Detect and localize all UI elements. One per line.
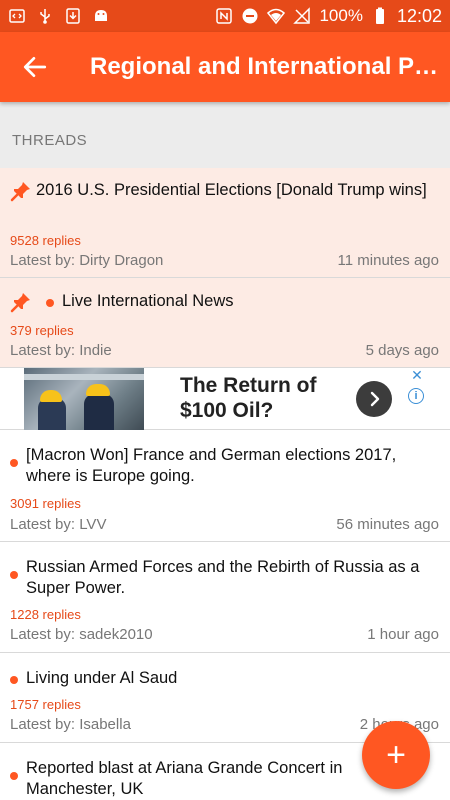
thread-replies: 1228 replies	[10, 607, 81, 622]
thread-latest-by: Latest by: Indie	[10, 342, 112, 359]
thread-title-row: Russian Armed Forces and the Rebirth of …	[10, 557, 440, 599]
status-right-icons: 100% 12:02	[215, 6, 442, 27]
thread-title: Reported blast at Ariana Grande Concert …	[26, 759, 343, 798]
thread-title-row: 2016 U.S. Presidential Elections [Donald…	[10, 180, 440, 202]
thread-replies: 1757 replies	[10, 697, 81, 712]
thread-title: Living under Al Saud	[26, 669, 178, 687]
thread-time: 1 hour ago	[367, 626, 439, 643]
thread-item[interactable]: Live International News 379 replies Late…	[0, 278, 450, 368]
thread-replies: 3091 replies	[10, 496, 81, 511]
no-signal-icon	[293, 7, 311, 25]
thread-item[interactable]: 2016 U.S. Presidential Elections [Donald…	[0, 168, 450, 278]
thread-latest-by: Latest by: Isabella	[10, 716, 131, 733]
page-title: Regional and International Po…	[90, 53, 442, 80]
unread-dot	[10, 459, 18, 467]
thread-replies: 379 replies	[10, 323, 74, 338]
battery-icon	[371, 7, 389, 25]
thread-title-row: Live International News	[10, 291, 440, 313]
pin-icon	[10, 180, 32, 202]
thread-latest-by: Latest by: LVV	[10, 516, 107, 533]
add-icon: +	[386, 736, 406, 774]
thread-item[interactable]: Russian Armed Forces and the Rebirth of …	[0, 542, 450, 653]
section-label: THREADS	[12, 131, 88, 149]
thread-title: [Macron Won] France and German elections…	[26, 446, 397, 485]
ad-title: The Return of $100 Oil?	[180, 374, 317, 422]
chevron-right-icon	[365, 390, 383, 408]
thread-title-row: [Macron Won] France and German elections…	[10, 445, 440, 487]
thread-title-row: Living under Al Saud	[10, 668, 440, 689]
unread-dot	[10, 676, 18, 684]
unread-dot	[46, 299, 54, 307]
back-button[interactable]	[0, 32, 70, 102]
thread-latest-by: Latest by: sadek2010	[10, 626, 153, 643]
battery-level: 100%	[319, 6, 363, 25]
arrow-back-icon	[22, 54, 48, 80]
unread-dot	[10, 772, 18, 780]
ad-arrow-button[interactable]	[356, 381, 392, 417]
thread-title: Live International News	[62, 292, 234, 310]
add-thread-button[interactable]: +	[362, 721, 430, 789]
thread-item[interactable]: [Macron Won] France and German elections…	[0, 430, 450, 542]
android-icon	[92, 7, 110, 25]
thread-title-row: Reported blast at Ariana Grande Concert …	[10, 758, 370, 800]
status-left-icons	[8, 7, 110, 25]
download-icon	[64, 7, 82, 25]
thread-title: Russian Armed Forces and the Rebirth of …	[26, 558, 420, 597]
thread-time: 11 minutes ago	[337, 252, 439, 269]
usb-icon	[36, 7, 54, 25]
status-bar: 100% 12:02	[0, 0, 450, 32]
clock: 12:02	[396, 5, 442, 26]
nfc-icon	[215, 7, 233, 25]
thread-replies: 9528 replies	[10, 233, 81, 248]
thread-time: 56 minutes ago	[336, 516, 439, 533]
wifi-icon	[267, 7, 286, 25]
do-not-disturb-icon	[241, 7, 259, 25]
info-icon[interactable]: i	[408, 388, 424, 404]
pin-icon	[10, 291, 32, 313]
code-icon	[8, 7, 26, 25]
unread-dot	[10, 571, 18, 579]
app-bar: Regional and International Po…	[0, 32, 450, 102]
ad-image	[24, 368, 144, 430]
close-icon[interactable]: ✕	[410, 368, 424, 382]
section-header: THREADS	[0, 102, 450, 168]
thread-title: 2016 U.S. Presidential Elections [Donald…	[36, 181, 427, 199]
thread-time: 5 days ago	[365, 342, 439, 359]
thread-latest-by: Latest by: Dirty Dragon	[10, 252, 164, 269]
